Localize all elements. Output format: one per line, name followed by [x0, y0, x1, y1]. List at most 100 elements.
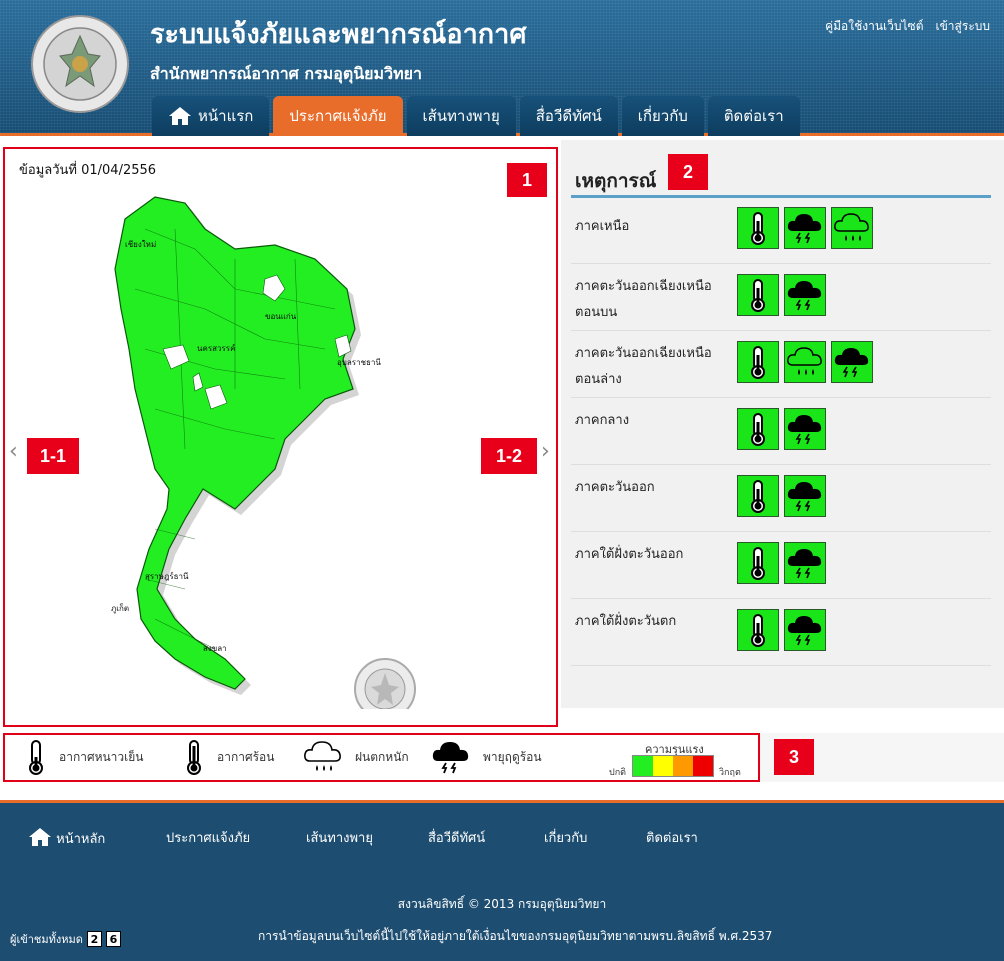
- tab-home[interactable]: หน้าแรก: [152, 96, 270, 136]
- thermometer-icon[interactable]: [737, 475, 779, 517]
- thunderstorm-icon[interactable]: [784, 542, 826, 584]
- tab-warnings[interactable]: ประกาศแจ้งภัย: [273, 96, 403, 136]
- legend-label: พายุฤดูร้อน: [483, 749, 542, 764]
- thermometer-icon[interactable]: [737, 542, 779, 584]
- map-label-chiang-mai: เชียงใหม่: [125, 240, 156, 249]
- cold-thermometer-icon: [29, 740, 43, 775]
- map-next-arrow[interactable]: ›: [541, 439, 550, 464]
- thunderstorm-icon[interactable]: [831, 341, 873, 383]
- site-footer: หน้าหลัก ประกาศแจ้งภัย เส้นทางพายุ สื่อว…: [0, 800, 1004, 961]
- map-prev-arrow[interactable]: ‹: [9, 439, 18, 464]
- footer-link-videos[interactable]: สื่อวีดีทัศน์: [428, 827, 485, 848]
- tab-contact[interactable]: ติดต่อเรา: [707, 96, 800, 136]
- legend-bar: อากาศหนาวเย็น อากาศร้อน ฝนตกหนัก พายุฤดู…: [3, 733, 760, 782]
- region-row-north: ภาคเหนือ: [571, 204, 991, 264]
- region-icons: [737, 207, 873, 249]
- legend-item-thunderstorm: พายุฤดูร้อน: [431, 739, 542, 775]
- footer-link-home[interactable]: หน้าหลัก: [28, 827, 105, 849]
- meteorological-department-logo[interactable]: [30, 14, 130, 114]
- region-name: ภาคเหนือ: [575, 219, 630, 234]
- legend-item-heavy-rain: ฝนตกหนัก: [303, 739, 409, 775]
- region-row-south-east-coast: ภาคใต้ฝั่งตะวันออก: [571, 532, 991, 599]
- tab-storm-track-label: เส้นทางพายุ: [422, 107, 500, 125]
- tab-videos[interactable]: สื่อวีดีทัศน์: [519, 96, 618, 136]
- disclaimer-text: การนำข้อมูลบนเว็บไซต์นี้ไปใช้ให้อยู่ภายใ…: [258, 929, 773, 943]
- footer-link-warnings[interactable]: ประกาศแจ้งภัย: [166, 827, 250, 848]
- thermometer-icon[interactable]: [737, 207, 779, 249]
- region-name: ภาคตะวันออกเฉียงเหนือตอนล่าง: [575, 346, 712, 387]
- data-date: ข้อมูลวันที่ 01/04/2556: [19, 163, 157, 178]
- thermometer-icon[interactable]: [737, 341, 779, 383]
- thunderstorm-icon[interactable]: [784, 274, 826, 316]
- thunderstorm-icon[interactable]: [784, 609, 826, 651]
- tab-videos-label: สื่อวีดีทัศน์: [535, 107, 602, 125]
- department-watermark-seal: [354, 658, 416, 709]
- thunderstorm-icon[interactable]: [784, 408, 826, 450]
- region-icons: [737, 341, 873, 383]
- map-label-songkhla: สงขลา: [203, 644, 227, 653]
- footer-link-about[interactable]: เกี่ยวกับ: [544, 827, 587, 848]
- map-label-khon-kaen: ขอนแก่น: [265, 312, 297, 321]
- user-manual-link[interactable]: คู่มือใช้งานเว็บไซต์: [825, 17, 923, 36]
- legend-item-cold: อากาศหนาวเย็น: [25, 739, 144, 775]
- footer-link-contact[interactable]: ติดต่อเรา: [646, 827, 698, 848]
- severity-level-watch: [653, 756, 673, 776]
- site-subtitle: สำนักพยากรณ์อากาศ กรมอุตุนิยมวิทยา: [150, 64, 422, 83]
- map-label-ubon: อุบลราชธานี: [337, 358, 381, 367]
- heavy-rain-icon[interactable]: [831, 207, 873, 249]
- legend-label: อากาศร้อน: [217, 749, 275, 764]
- severity-level-warning: [673, 756, 693, 776]
- region-icons: [737, 475, 826, 517]
- events-panel: เหตุการณ์ 2 ภาคเหนือ ภาคตะวันออกเฉียงเหน…: [561, 140, 1004, 708]
- thunderstorm-icon[interactable]: [784, 475, 826, 517]
- site-title: ระบบแจ้งภัยและพยากรณ์อากาศ: [150, 19, 527, 50]
- region-row-east: ภาคตะวันออก: [571, 465, 991, 532]
- thermometer-icon[interactable]: [737, 408, 779, 450]
- warning-map-panel: ข้อมูลวันที่ 01/04/2556 เชียงใหม่ ขอนแก่…: [3, 147, 558, 727]
- events-divider: [571, 195, 991, 198]
- severity-low-label: ปกติ: [609, 768, 627, 778]
- severity-scale: [632, 755, 714, 777]
- tab-storm-track[interactable]: เส้นทางพายุ: [406, 96, 516, 136]
- visitor-digit: 6: [105, 931, 121, 947]
- annotation-badge-1-1: 1-1: [27, 438, 79, 474]
- thunderstorm-icon[interactable]: [784, 207, 826, 249]
- heavy-rain-icon[interactable]: [784, 341, 826, 383]
- legend-strip: 3: [760, 733, 1004, 782]
- login-link[interactable]: เข้าสู่ระบบ: [936, 17, 991, 36]
- thunderstorm-icon: [432, 742, 469, 774]
- region-name: ภาคกลาง: [575, 413, 630, 428]
- legend-item-hot: อากาศร้อน: [183, 739, 274, 775]
- region-icons: [737, 609, 826, 651]
- thermometer-icon[interactable]: [737, 274, 779, 316]
- heavy-rain-icon: [304, 741, 341, 771]
- legend-label: อากาศหนาวเย็น: [59, 749, 144, 764]
- annotation-badge-1-2: 1-2: [481, 438, 537, 474]
- region-row-upper-northeast: ภาคตะวันออกเฉียงเหนือตอนบน: [571, 264, 991, 331]
- region-name: ภาคใต้ฝั่งตะวันตก: [575, 614, 677, 629]
- home-icon: [29, 828, 51, 846]
- thailand-map[interactable]: เชียงใหม่ ขอนแก่น นครสวรรค์ อุบลราชธานี …: [85, 189, 425, 709]
- region-icons: [737, 542, 826, 584]
- severity-level-critical: [693, 756, 713, 776]
- footer-link-storm-track[interactable]: เส้นทางพายุ: [306, 827, 373, 848]
- region-row-central: ภาคกลาง: [571, 398, 991, 465]
- site-header: ระบบแจ้งภัยและพยากรณ์อากาศ สำนักพยากรณ์อ…: [0, 0, 1004, 136]
- thermometer-icon[interactable]: [737, 609, 779, 651]
- legend-label: ฝนตกหนัก: [355, 749, 409, 764]
- region-icons: [737, 274, 826, 316]
- severity-high-label: วิกฤต: [719, 768, 741, 778]
- map-label-phuket: ภูเก็ต: [111, 603, 129, 614]
- region-row-lower-northeast: ภาคตะวันออกเฉียงเหนือตอนล่าง: [571, 331, 991, 398]
- map-label-nakhon-sawan: นครสวรรค์: [197, 343, 235, 353]
- annotation-badge-2: 2: [668, 154, 708, 190]
- map-label-surat-thani: สุราษฎร์ธานี: [145, 571, 189, 581]
- severity-level-normal: [633, 756, 653, 776]
- region-name: ภาคตะวันออกเฉียงเหนือตอนบน: [575, 279, 712, 320]
- annotation-badge-1: 1: [507, 163, 547, 197]
- tab-home-label: หน้าแรก: [198, 107, 254, 125]
- visitor-digit: 2: [86, 931, 102, 947]
- region-icons: [737, 408, 826, 450]
- tab-about[interactable]: เกี่ยวกับ: [621, 96, 704, 136]
- events-title: เหตุการณ์: [575, 170, 657, 192]
